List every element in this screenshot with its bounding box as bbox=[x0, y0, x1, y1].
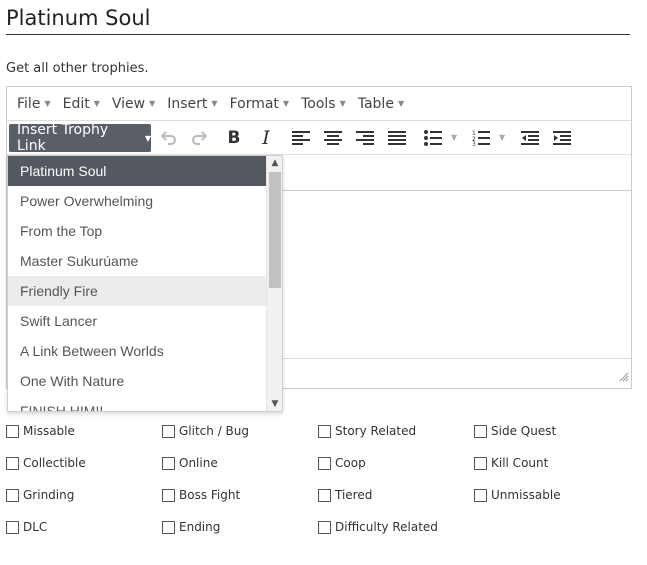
trophy-list: Platinum Soul Power Overwhelming From th… bbox=[8, 156, 267, 411]
checkbox[interactable] bbox=[6, 488, 19, 502]
scroll-thumb[interactable] bbox=[269, 172, 281, 288]
numbered-list-icon[interactable]: 123 bbox=[469, 127, 493, 149]
checkbox[interactable] bbox=[318, 424, 331, 438]
list-item[interactable]: A Link Between Worlds bbox=[8, 336, 267, 366]
checkbox-difficulty-related[interactable]: Difficulty Related bbox=[318, 520, 438, 534]
chevron-down-icon[interactable]: ▼ bbox=[499, 133, 505, 142]
chevron-down-icon: ▼ bbox=[44, 99, 51, 108]
menu-view[interactable]: View ▼ bbox=[106, 87, 161, 120]
list-item[interactable]: One With Nature bbox=[8, 366, 267, 396]
checkbox[interactable] bbox=[474, 488, 487, 502]
checkbox-dlc[interactable]: DLC bbox=[6, 520, 47, 534]
chevron-down-icon: ▼ bbox=[93, 99, 100, 108]
bold-icon[interactable]: B bbox=[222, 127, 246, 149]
align-right-icon[interactable] bbox=[353, 127, 377, 149]
italic-icon[interactable]: I bbox=[254, 127, 278, 149]
checkbox-missable[interactable]: Missable bbox=[6, 424, 75, 438]
checkbox-unmissable[interactable]: Unmissable bbox=[474, 488, 561, 502]
checkbox-glitch-bug[interactable]: Glitch / Bug bbox=[162, 424, 249, 438]
menu-edit[interactable]: Edit ▼ bbox=[57, 87, 106, 120]
svg-text:3: 3 bbox=[472, 141, 476, 146]
dropdown-scrollbar[interactable]: ▲ ▼ bbox=[266, 156, 282, 411]
list-item[interactable]: Swift Lancer bbox=[8, 306, 267, 336]
checkbox-coop[interactable]: Coop bbox=[318, 456, 366, 470]
scroll-up-icon[interactable]: ▲ bbox=[267, 156, 282, 170]
list-item[interactable]: Power Overwhelming bbox=[8, 186, 267, 216]
menu-insert[interactable]: Insert ▼ bbox=[161, 87, 223, 120]
checkbox[interactable] bbox=[318, 456, 331, 470]
menu-tools[interactable]: Tools ▼ bbox=[295, 87, 352, 120]
checkbox-story-related[interactable]: Story Related bbox=[318, 424, 416, 438]
checkbox-online[interactable]: Online bbox=[162, 456, 218, 470]
outdent-icon[interactable] bbox=[518, 127, 542, 149]
chevron-down-icon: ▼ bbox=[149, 99, 156, 108]
checkbox-ending[interactable]: Ending bbox=[162, 520, 220, 534]
checkbox-boss-fight[interactable]: Boss Fight bbox=[162, 488, 240, 502]
checkbox[interactable] bbox=[318, 488, 331, 502]
list-item[interactable]: Friendly Fire bbox=[8, 276, 267, 306]
list-item[interactable]: From the Top bbox=[8, 216, 267, 246]
editor-menubar: File ▼ Edit ▼ View ▼ Insert ▼ Format ▼ Tools ▼… bbox=[7, 87, 631, 121]
checkbox[interactable] bbox=[162, 424, 175, 438]
list-item[interactable]: Master Sukurúame bbox=[8, 246, 267, 276]
checkbox[interactable] bbox=[6, 456, 19, 470]
list-item[interactable]: FINISH HIM!! bbox=[8, 396, 267, 411]
checkbox[interactable] bbox=[162, 488, 175, 502]
checkbox[interactable] bbox=[474, 424, 487, 438]
checkbox-kill-count[interactable]: Kill Count bbox=[474, 456, 548, 470]
checkbox[interactable] bbox=[162, 520, 175, 534]
undo-icon[interactable] bbox=[157, 127, 181, 149]
chevron-down-icon[interactable]: ▼ bbox=[451, 133, 457, 142]
trophy-link-dropdown: Platinum Soul Power Overwhelming From th… bbox=[7, 155, 283, 412]
chevron-down-icon: ▼ bbox=[211, 99, 218, 108]
align-justify-icon[interactable] bbox=[385, 127, 409, 149]
redo-icon[interactable] bbox=[187, 127, 211, 149]
insert-trophy-link-button[interactable]: Insert Trophy Link ▼ bbox=[9, 122, 151, 154]
checkbox-grinding[interactable]: Grinding bbox=[6, 488, 74, 502]
page-title: Platinum Soul bbox=[6, 6, 630, 35]
checkbox[interactable] bbox=[318, 520, 331, 534]
checkbox[interactable] bbox=[474, 456, 487, 470]
menu-file[interactable]: File ▼ bbox=[11, 87, 57, 120]
bullet-list-icon[interactable] bbox=[421, 127, 445, 149]
resize-handle-icon[interactable] bbox=[619, 367, 629, 386]
align-center-icon[interactable] bbox=[321, 127, 345, 149]
list-item[interactable]: Platinum Soul bbox=[8, 156, 267, 186]
checkbox[interactable] bbox=[162, 456, 175, 470]
align-left-icon[interactable] bbox=[289, 127, 313, 149]
checkbox-side-quest[interactable]: Side Quest bbox=[474, 424, 556, 438]
editor-toolbar: Insert Trophy Link ▼ B I ▼ 1 2 3 ▼ bbox=[7, 121, 631, 155]
scroll-down-icon[interactable]: ▼ bbox=[267, 397, 282, 411]
chevron-down-icon: ▼ bbox=[144, 133, 151, 143]
checkbox-collectible[interactable]: Collectible bbox=[6, 456, 86, 470]
trophy-description: Get all other trophies. bbox=[6, 61, 149, 76]
checkbox[interactable] bbox=[6, 424, 19, 438]
menu-table[interactable]: Table ▼ bbox=[352, 87, 410, 120]
chevron-down-icon: ▼ bbox=[282, 99, 290, 108]
chevron-down-icon: ▼ bbox=[339, 99, 346, 108]
menu-format[interactable]: Format ▼ bbox=[224, 87, 296, 120]
indent-icon[interactable] bbox=[550, 127, 574, 149]
chevron-down-icon: ▼ bbox=[397, 99, 405, 108]
checkbox[interactable] bbox=[6, 520, 19, 534]
checkbox-tiered[interactable]: Tiered bbox=[318, 488, 372, 502]
